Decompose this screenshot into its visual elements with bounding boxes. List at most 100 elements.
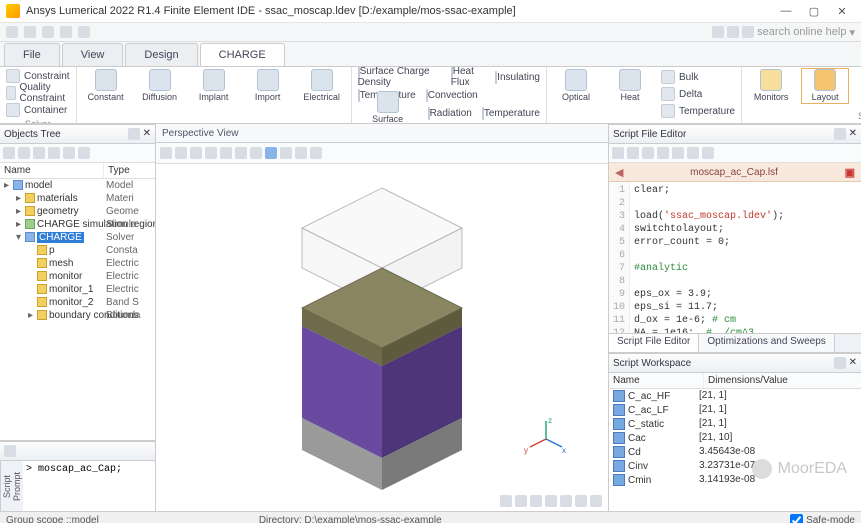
ribbon-temp3[interactable]: Temperature (661, 103, 735, 119)
undo-icon[interactable] (60, 26, 72, 38)
prompt-tool-icon[interactable] (4, 445, 16, 457)
workspace-row[interactable]: C_ac_HF[21, 1] (609, 389, 861, 403)
vp-tool-select-icon[interactable] (220, 147, 232, 159)
editor-tab-close-icon[interactable]: ▣ (845, 166, 855, 179)
tree-row[interactable]: monitorElectric (0, 270, 155, 283)
ws-col-value[interactable]: Dimensions/Value (704, 373, 792, 388)
tree-row[interactable]: monitor_1Electric (0, 283, 155, 296)
ribbon-constant-button[interactable]: Constant (83, 69, 129, 103)
tree-row[interactable]: pConsta (0, 244, 155, 257)
ribbon-container[interactable]: Container (6, 103, 70, 117)
objects-tree[interactable]: NameType ▸modelModel▸materialsMateri▸geo… (0, 163, 155, 440)
editor-close-icon[interactable]: ✕ (849, 128, 857, 140)
ribbon-heat-flux[interactable]: Heat Flux (451, 67, 485, 88)
pane-close-icon[interactable]: ✕ (143, 128, 151, 140)
ribbon-surf-charge[interactable]: Surface Charge Density (358, 67, 441, 88)
vp-foot-7-icon[interactable] (590, 495, 602, 507)
ed-find-icon[interactable] (702, 147, 714, 159)
tree-col-type[interactable]: Type (104, 163, 134, 178)
workspace-row[interactable]: C_static[21, 1] (609, 417, 861, 431)
ed-run-icon[interactable] (657, 147, 669, 159)
tree-row[interactable]: ▸materialsMateri (0, 192, 155, 205)
tree-row[interactable]: ▸CHARGE simulation regionSimula (0, 218, 155, 231)
ribbon-check-button[interactable]: Check (856, 69, 861, 103)
vp-tool-active-icon[interactable] (265, 147, 277, 159)
ws-float-icon[interactable] (834, 357, 846, 369)
vp-foot-2-icon[interactable] (515, 495, 527, 507)
vp-tool-rotate-icon[interactable] (190, 147, 202, 159)
tree-row[interactable]: meshElectric (0, 257, 155, 270)
vp-foot-1-icon[interactable] (500, 495, 512, 507)
vp-tool-zoom-icon[interactable] (160, 147, 172, 159)
minimize-button[interactable]: — (773, 2, 799, 20)
ed-undo-icon[interactable] (672, 147, 684, 159)
help-nav-fwd-icon[interactable] (727, 26, 739, 38)
maximize-button[interactable]: ▢ (801, 2, 827, 20)
code-editor[interactable]: 1234567891011121314151617181920212223242… (609, 182, 861, 333)
ribbon-radiation[interactable]: Radiation (428, 108, 472, 119)
close-button[interactable]: ✕ (829, 2, 855, 20)
ribbon-constraint[interactable]: Constraint (6, 69, 70, 83)
vp-tool-fit-icon[interactable] (205, 147, 217, 159)
save-icon[interactable] (42, 26, 54, 38)
workspace-row[interactable]: Cac[21, 10] (609, 431, 861, 445)
ribbon-optical-button[interactable]: Optical (553, 69, 599, 103)
vp-foot-6-icon[interactable] (575, 495, 587, 507)
ribbon-temperature2[interactable]: Temperature (482, 108, 540, 119)
vp-tool-wire-icon[interactable] (235, 147, 247, 159)
script-prompt-input[interactable] (23, 461, 155, 511)
workspace-row[interactable]: Cmin3.14193e-08 (609, 473, 861, 487)
vp-foot-5-icon[interactable] (560, 495, 572, 507)
ribbon-implant-button[interactable]: Implant (191, 69, 237, 103)
vp-foot-3-icon[interactable] (530, 495, 542, 507)
vp-tool-more-icon[interactable] (310, 147, 322, 159)
tree-tool-1-icon[interactable] (3, 147, 15, 159)
ws-col-name[interactable]: Name (609, 373, 704, 388)
ribbon-layout-button[interactable]: Layout (802, 69, 848, 103)
tree-row[interactable]: ▸boundary conditionsBounda (0, 309, 155, 322)
tree-tool-4-icon[interactable] (48, 147, 60, 159)
ribbon-surface-recomb-button[interactable]: Surface Recombination (358, 91, 418, 124)
3d-viewport[interactable]: z x y (156, 164, 608, 511)
ed-new-icon[interactable] (612, 147, 624, 159)
ribbon-insulating[interactable]: Insulating (495, 72, 540, 83)
ribbon-monitors-button[interactable]: Monitors (748, 69, 794, 103)
tree-row[interactable]: monitor_2Band S (0, 296, 155, 309)
search-help-text[interactable]: search online help (757, 26, 846, 39)
tree-tool-3-icon[interactable] (33, 147, 45, 159)
ribbon-quality-constraint[interactable]: Quality Constraint (6, 85, 70, 101)
help-home-icon[interactable] (742, 26, 754, 38)
tree-tool-2-icon[interactable] (18, 147, 30, 159)
ribbon-diffusion-button[interactable]: Diffusion (137, 69, 183, 103)
workspace-row[interactable]: C_ac_LF[21, 1] (609, 403, 861, 417)
subtab-script-editor[interactable]: Script File Editor (609, 334, 699, 352)
safe-mode-checkbox[interactable] (790, 514, 803, 523)
script-workspace[interactable]: NameDimensions/Value C_ac_HF[21, 1]C_ac_… (609, 373, 861, 511)
tree-row[interactable]: ▸geometryGeome (0, 205, 155, 218)
tree-row[interactable]: ▾CHARGESolver (0, 231, 155, 244)
editor-file-tab[interactable]: ◀ moscap_ac_Cap.lsf ▣ (609, 163, 861, 182)
ribbon-import-button[interactable]: Import (245, 69, 291, 103)
editor-float-icon[interactable] (834, 128, 846, 140)
ribbon-electrical-button[interactable]: Electrical (299, 69, 345, 103)
tree-col-name[interactable]: Name (0, 163, 104, 178)
subtab-optimizations[interactable]: Optimizations and Sweeps (699, 334, 834, 352)
tree-tool-5-icon[interactable] (63, 147, 75, 159)
tab-charge[interactable]: CHARGE (200, 43, 285, 66)
tab-view[interactable]: View (62, 43, 124, 66)
new-icon[interactable] (6, 26, 18, 38)
tab-design[interactable]: Design (125, 43, 197, 66)
workspace-row[interactable]: Cinv3.23731e-07 (609, 459, 861, 473)
ribbon-bulk[interactable]: Bulk (661, 69, 735, 85)
axis-gizmo[interactable]: z x y (524, 417, 568, 463)
vp-foot-4-icon[interactable] (545, 495, 557, 507)
tab-file[interactable]: File (4, 43, 60, 66)
ribbon-convection[interactable]: Convection (426, 90, 478, 101)
ribbon-heat-button[interactable]: Heat (607, 69, 653, 103)
vp-tool-axis-icon[interactable] (295, 147, 307, 159)
tree-row[interactable]: ▸modelModel (0, 179, 155, 192)
help-nav-back-icon[interactable] (712, 26, 724, 38)
vp-tool-shade-icon[interactable] (250, 147, 262, 159)
ribbon-delta[interactable]: Delta (661, 86, 735, 102)
redo-icon[interactable] (78, 26, 90, 38)
